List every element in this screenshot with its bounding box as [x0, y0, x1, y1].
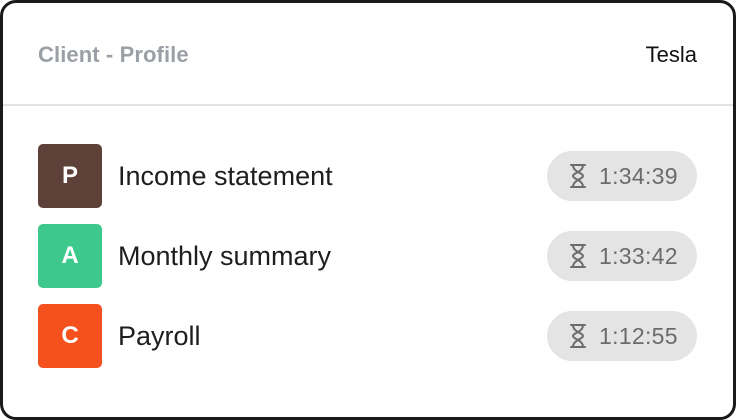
hourglass-icon: [569, 323, 587, 349]
timer-value: 1:33:42: [599, 243, 678, 269]
hourglass-icon: [569, 163, 587, 189]
list-item-label: Monthly summary: [118, 241, 332, 271]
avatar: P: [38, 144, 102, 208]
timer-badge: 1:33:42: [547, 231, 697, 281]
timer-value: 1:34:39: [599, 163, 678, 189]
timer-value: 1:12:55: [599, 323, 678, 349]
card-header: Client - Profile Tesla: [3, 3, 733, 106]
list-item-label: Payroll: [118, 321, 201, 351]
hourglass-icon: [569, 243, 587, 269]
client-profile-card: Client - Profile Tesla P Income statemen…: [0, 0, 736, 420]
list-item[interactable]: A Monthly summary 1:33:42: [3, 224, 733, 288]
client-name: Tesla: [645, 42, 697, 67]
timer-badge: 1:12:55: [547, 311, 697, 361]
avatar: A: [38, 224, 102, 288]
report-list: P Income statement 1:34:39 A Monthly sum…: [3, 144, 733, 384]
card-title: Client - Profile: [38, 42, 189, 67]
avatar: C: [38, 304, 102, 368]
list-item[interactable]: C Payroll 1:12:55: [3, 304, 733, 368]
list-item[interactable]: P Income statement 1:34:39: [3, 144, 733, 208]
list-item-label: Income statement: [118, 161, 333, 191]
timer-badge: 1:34:39: [547, 151, 697, 201]
